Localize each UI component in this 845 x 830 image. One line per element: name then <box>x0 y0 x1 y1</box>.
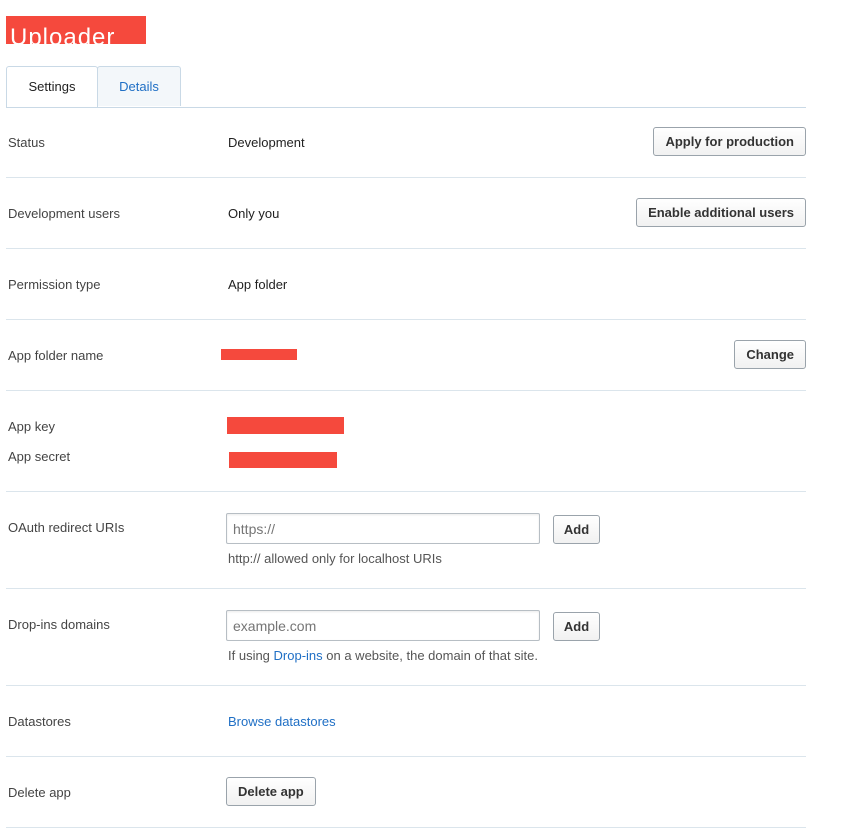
delete-app-button[interactable]: Delete app <box>226 777 316 806</box>
permission-label: Permission type <box>8 277 101 292</box>
dropins-hint-prefix: If using <box>228 648 274 663</box>
status-value: Development <box>228 135 305 150</box>
delete-row: Delete app Delete app <box>6 757 806 828</box>
dropins-hint: If using Drop-ins on a website, the doma… <box>228 648 538 663</box>
dev-users-label: Development users <box>8 206 120 221</box>
dropins-row: Drop-ins domains Add If using Drop-ins o… <box>6 589 806 686</box>
permission-row: Permission type App folder <box>6 249 806 320</box>
delete-label: Delete app <box>8 785 71 800</box>
dev-users-value: Only you <box>228 206 280 221</box>
dev-users-row: Development users Only you Enable additi… <box>6 178 806 249</box>
permission-value: App folder <box>228 277 288 292</box>
app-title-redacted: Uploader <box>6 16 146 44</box>
oauth-add-button[interactable]: Add <box>553 515 600 544</box>
change-folder-button[interactable]: Change <box>734 340 806 369</box>
browse-datastores-link[interactable]: Browse datastores <box>228 714 336 729</box>
tab-details[interactable]: Details <box>97 66 181 106</box>
app-folder-value-redacted <box>221 349 297 360</box>
app-folder-row: App folder name Change <box>6 320 806 391</box>
oauth-redirect-input[interactable] <box>226 513 540 544</box>
tab-bar: Settings Details <box>6 66 806 108</box>
app-title: Uploader <box>10 24 116 45</box>
app-folder-label: App folder name <box>8 348 104 363</box>
apply-for-production-button[interactable]: Apply for production <box>653 127 806 156</box>
app-keys-row: App key App secret <box>6 391 806 492</box>
oauth-row: OAuth redirect URIs Add http:// allowed … <box>6 492 806 589</box>
oauth-label: OAuth redirect URIs <box>8 520 125 535</box>
settings-list: Status Development Apply for production … <box>6 107 806 828</box>
datastores-label: Datastores <box>8 714 71 729</box>
datastores-row: Datastores Browse datastores <box>6 686 806 757</box>
app-secret-value-redacted <box>229 452 337 468</box>
app-key-value-redacted <box>227 417 344 434</box>
oauth-hint: http:// allowed only for localhost URIs <box>228 551 442 566</box>
dropins-link[interactable]: Drop-ins <box>274 648 323 663</box>
enable-additional-users-button[interactable]: Enable additional users <box>636 198 806 227</box>
tab-settings[interactable]: Settings <box>6 66 98 107</box>
app-key-label: App key <box>8 419 55 434</box>
status-row: Status Development Apply for production <box>6 107 806 178</box>
dropins-hint-suffix: on a website, the domain of that site. <box>322 648 539 663</box>
app-secret-label: App secret <box>8 449 71 464</box>
dropins-domain-input[interactable] <box>226 610 540 641</box>
dropins-add-button[interactable]: Add <box>553 612 600 641</box>
status-label: Status <box>8 135 45 150</box>
dropins-label: Drop-ins domains <box>8 617 110 632</box>
